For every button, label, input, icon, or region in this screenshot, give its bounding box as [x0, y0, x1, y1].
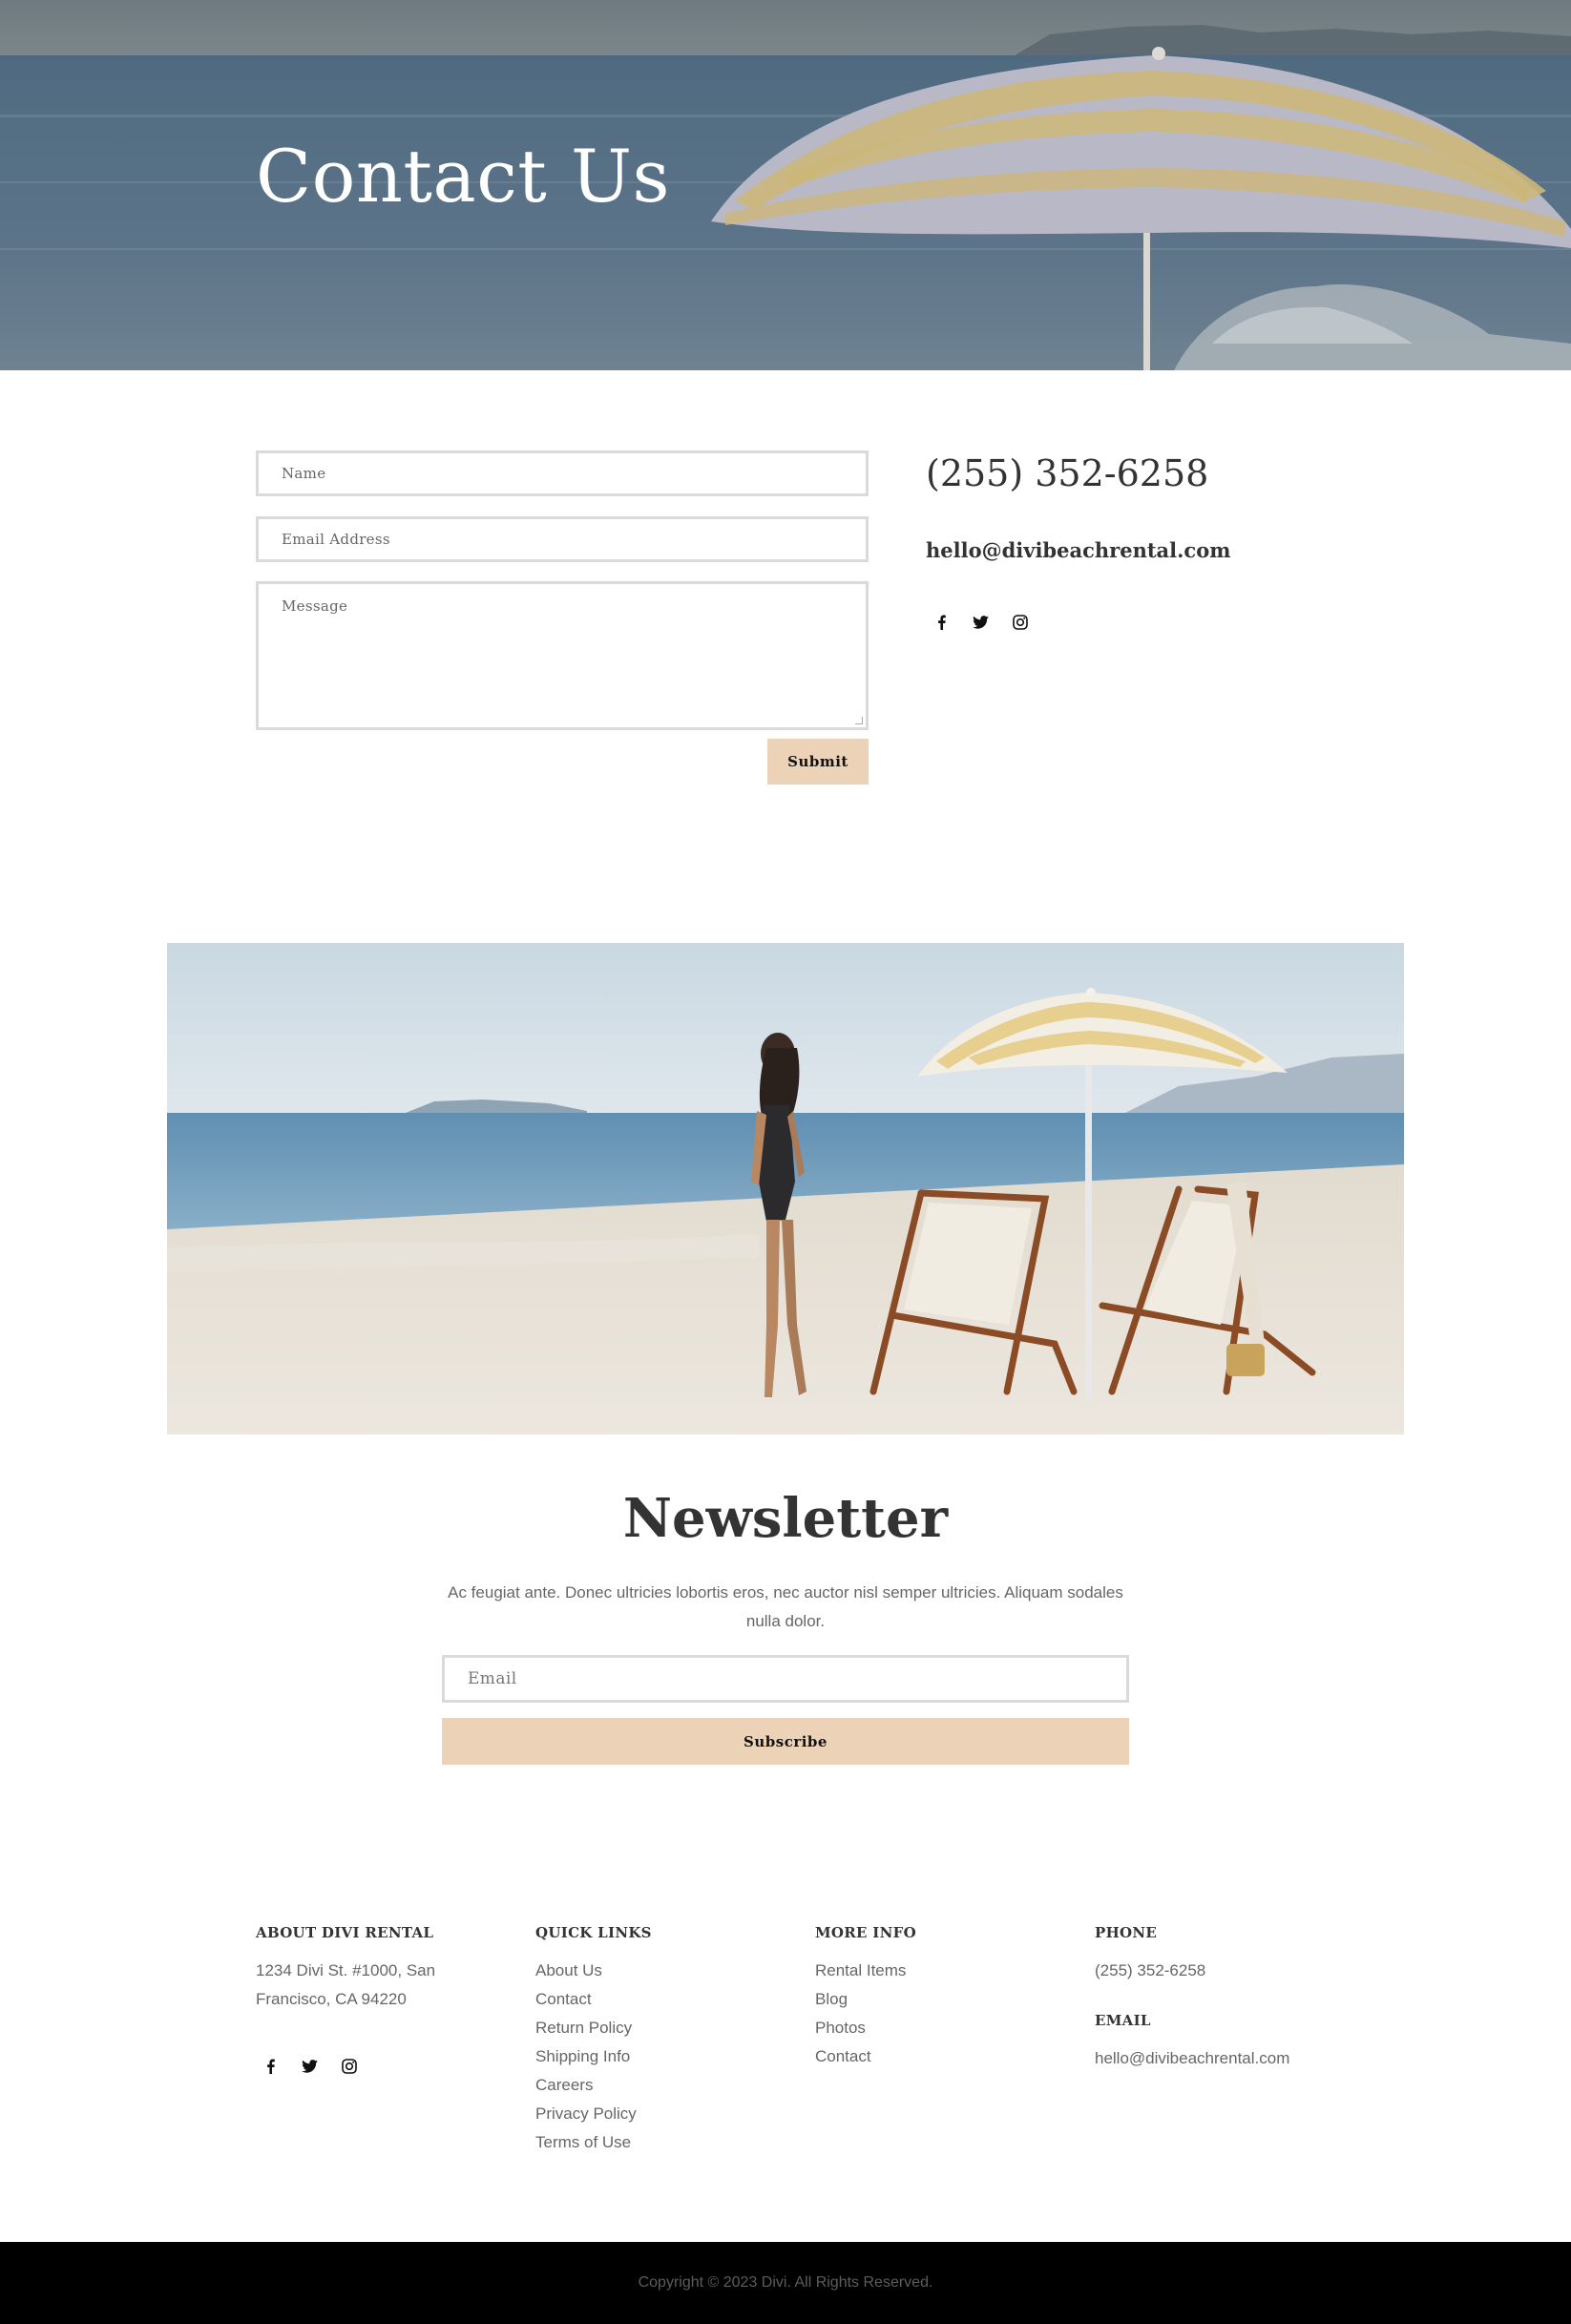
page-title: Contact Us [256, 134, 671, 219]
submit-button[interactable]: Submit [767, 739, 869, 785]
footer-link-terms-of-use[interactable]: Terms of Use [535, 2128, 784, 2157]
twitter-icon[interactable] [299, 2055, 321, 2077]
newsletter-email-input[interactable]: Email [442, 1655, 1129, 1703]
name-placeholder: Name [282, 465, 326, 482]
footer-quick-links-heading: QUICK LINKS [535, 1924, 652, 1941]
footer-link-about-us[interactable]: About Us [535, 1957, 784, 1985]
copyright-text: Copyright © 2023 Divi. All Rights Reserv… [638, 2274, 933, 2291]
contact-email[interactable]: hello@divibeachrental.com [926, 538, 1230, 562]
facebook-icon[interactable] [260, 2055, 282, 2077]
footer-quick-links-column: QUICK LINKS About Us Contact Return Poli… [535, 1924, 784, 2157]
footer-link-blog[interactable]: Blog [815, 1985, 1063, 2014]
email-placeholder: Email Address [282, 531, 390, 548]
footer-social-icons [260, 2055, 360, 2077]
footer-link-photos[interactable]: Photos [815, 2014, 1063, 2042]
quick-links-list: About Us Contact Return Policy Shipping … [535, 1957, 784, 2157]
footer-link-privacy-policy[interactable]: Privacy Policy [535, 2100, 784, 2128]
name-field[interactable]: Name [256, 450, 869, 496]
twitter-icon[interactable] [970, 611, 992, 633]
subscribe-button[interactable]: Subscribe [442, 1718, 1129, 1765]
resize-handle-icon[interactable] [855, 717, 863, 724]
beach-photo [167, 943, 1404, 1434]
hero-background-image [0, 0, 1571, 370]
footer-more-info-column: MORE INFO Rental Items Blog Photos Conta… [815, 1924, 1063, 2071]
footer-more-info-heading: MORE INFO [815, 1924, 916, 1941]
footer-about-column: ABOUT DIVI RENTAL 1234 Divi St. #1000, S… [256, 1924, 504, 2014]
instagram-icon[interactable] [338, 2055, 360, 2077]
message-textarea[interactable]: Message [256, 581, 869, 730]
message-placeholder: Message [282, 597, 348, 615]
facebook-icon[interactable] [931, 611, 953, 633]
hero-banner: Contact Us [0, 0, 1571, 370]
footer-link-careers[interactable]: Careers [535, 2071, 784, 2100]
newsletter-description: Ac feugiat ante. Donec ultricies loborti… [448, 1583, 1123, 1630]
copyright-bar: Copyright © 2023 Divi. All Rights Reserv… [0, 2242, 1571, 2324]
instagram-icon[interactable] [1009, 611, 1031, 633]
footer-phone-heading: PHONE [1095, 1924, 1158, 1941]
email-field[interactable]: Email Address [256, 516, 869, 562]
footer-about-heading: ABOUT DIVI RENTAL [256, 1924, 434, 1941]
footer-link-return-policy[interactable]: Return Policy [535, 2014, 784, 2042]
footer-email-value[interactable]: hello@divibeachrental.com [1095, 2044, 1343, 2073]
more-info-list: Rental Items Blog Photos Contact [815, 1957, 1063, 2071]
footer-contact-column: PHONE (255) 352-6258 EMAIL hello@divibea… [1095, 1924, 1343, 2073]
footer-link-contact-2[interactable]: Contact [815, 2042, 1063, 2071]
footer-phone-value: (255) 352-6258 [1095, 1961, 1206, 1979]
contact-social-icons [931, 611, 1031, 633]
footer-link-contact[interactable]: Contact [535, 1985, 784, 2014]
footer-link-rental-items[interactable]: Rental Items [815, 1957, 1063, 1985]
newsletter-email-placeholder: Email [468, 1669, 517, 1688]
footer-email-heading: EMAIL [1095, 2012, 1151, 2029]
footer-link-shipping-info[interactable]: Shipping Info [535, 2042, 784, 2071]
contact-phone: (255) 352-6258 [926, 452, 1209, 494]
footer-address: 1234 Divi St. #1000, San Francisco, CA 9… [256, 1961, 436, 2008]
newsletter-title: Newsletter [622, 1487, 949, 1550]
